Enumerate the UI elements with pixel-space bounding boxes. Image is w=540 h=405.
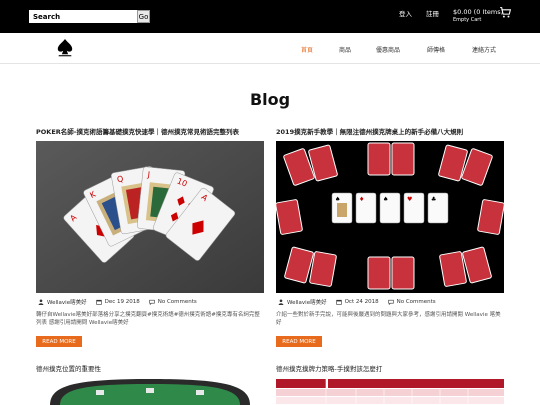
register-link[interactable]: 註冊 bbox=[426, 8, 439, 18]
post-meta: Wellavie喀美好 Oct 24 2018 No Comments bbox=[278, 298, 436, 306]
cart-icon[interactable] bbox=[499, 6, 512, 19]
post-image-poker-table[interactable] bbox=[36, 377, 264, 405]
svg-text:♣: ♣ bbox=[431, 196, 436, 203]
read-more-button[interactable]: READ MORE bbox=[276, 336, 322, 347]
post-comments[interactable]: No Comments bbox=[397, 299, 436, 305]
post-image-odds-table[interactable] bbox=[276, 377, 504, 405]
svg-text:♠: ♠ bbox=[383, 196, 388, 203]
svg-text:♠: ♠ bbox=[335, 196, 340, 203]
user-icon bbox=[278, 299, 284, 305]
search-go-button[interactable]: Go bbox=[137, 10, 150, 23]
nav-item-home[interactable]: 首頁 bbox=[301, 45, 313, 54]
search-input[interactable] bbox=[29, 10, 137, 23]
read-more-button[interactable]: READ MORE bbox=[36, 336, 82, 347]
calendar-icon bbox=[95, 299, 102, 305]
post-author[interactable]: Wellavie喀美好 bbox=[287, 298, 327, 306]
page-title: Blog bbox=[249, 90, 291, 109]
main-nav: 首頁 商品 優惠商品 師傳格 連絡方式 bbox=[0, 33, 540, 64]
post-excerpt: 介紹一些對於新手完說，可能與後嚴遇到的問題與大家參考，感謝引用請開閱 Wella… bbox=[276, 312, 501, 326]
post-image-cards-fan[interactable]: A K Q J 10 A bbox=[36, 141, 264, 293]
search-form: Go bbox=[29, 10, 150, 23]
login-link[interactable]: 登入 bbox=[399, 8, 412, 18]
calendar-icon bbox=[335, 299, 342, 305]
nav-item-products[interactable]: 商品 bbox=[339, 45, 351, 54]
nav-item-deals[interactable]: 優惠商品 bbox=[376, 45, 400, 54]
post-excerpt: 轉仔自Wellavie喀美好部落格分享之撲克翻頁#撲克術語#德州撲克術語#撲克專… bbox=[36, 312, 260, 326]
user-icon bbox=[38, 299, 44, 305]
svg-text:♦: ♦ bbox=[359, 196, 364, 203]
post-date: Dec 19 2018 bbox=[104, 299, 140, 305]
post-date: Oct 24 2018 bbox=[344, 299, 379, 305]
cart-empty-label: Empty Cart bbox=[453, 17, 482, 23]
post-image-table-cards[interactable]: ♠ ♦ ♠ ♥ ♣ bbox=[276, 141, 504, 293]
cart-amount[interactable]: $0.00 (0 Items) bbox=[453, 8, 503, 16]
post-meta: Wellavie喀美好 Dec 19 2018 No Comments bbox=[38, 298, 197, 306]
top-bar: Go 登入 註冊 $0.00 (0 Items) Empty Cart bbox=[0, 0, 540, 33]
logo[interactable] bbox=[56, 38, 74, 58]
post-title[interactable]: 德州撲克位置的重要性 bbox=[36, 363, 101, 373]
post-author[interactable]: Wellavie喀美好 bbox=[47, 298, 87, 306]
post-title[interactable]: 德州撲克撲牌力策略-手撲對該怎麼打 bbox=[276, 363, 382, 373]
comment-icon bbox=[387, 299, 394, 305]
svg-text:♥: ♥ bbox=[407, 196, 412, 203]
post-title[interactable]: POKER名師-撲克術語籌基礎撲克快速學｜德州撲克常見術語完整列表 bbox=[36, 126, 239, 136]
nav-item-contact[interactable]: 連絡方式 bbox=[472, 45, 496, 54]
post-title[interactable]: 2019撲克新手教學｜無限注德州撲克牌桌上的新手必備八大規則 bbox=[276, 126, 463, 136]
comment-icon bbox=[149, 299, 155, 305]
nav-item-masters[interactable]: 師傳格 bbox=[427, 45, 445, 54]
post-comments[interactable]: No Comments bbox=[158, 299, 197, 305]
